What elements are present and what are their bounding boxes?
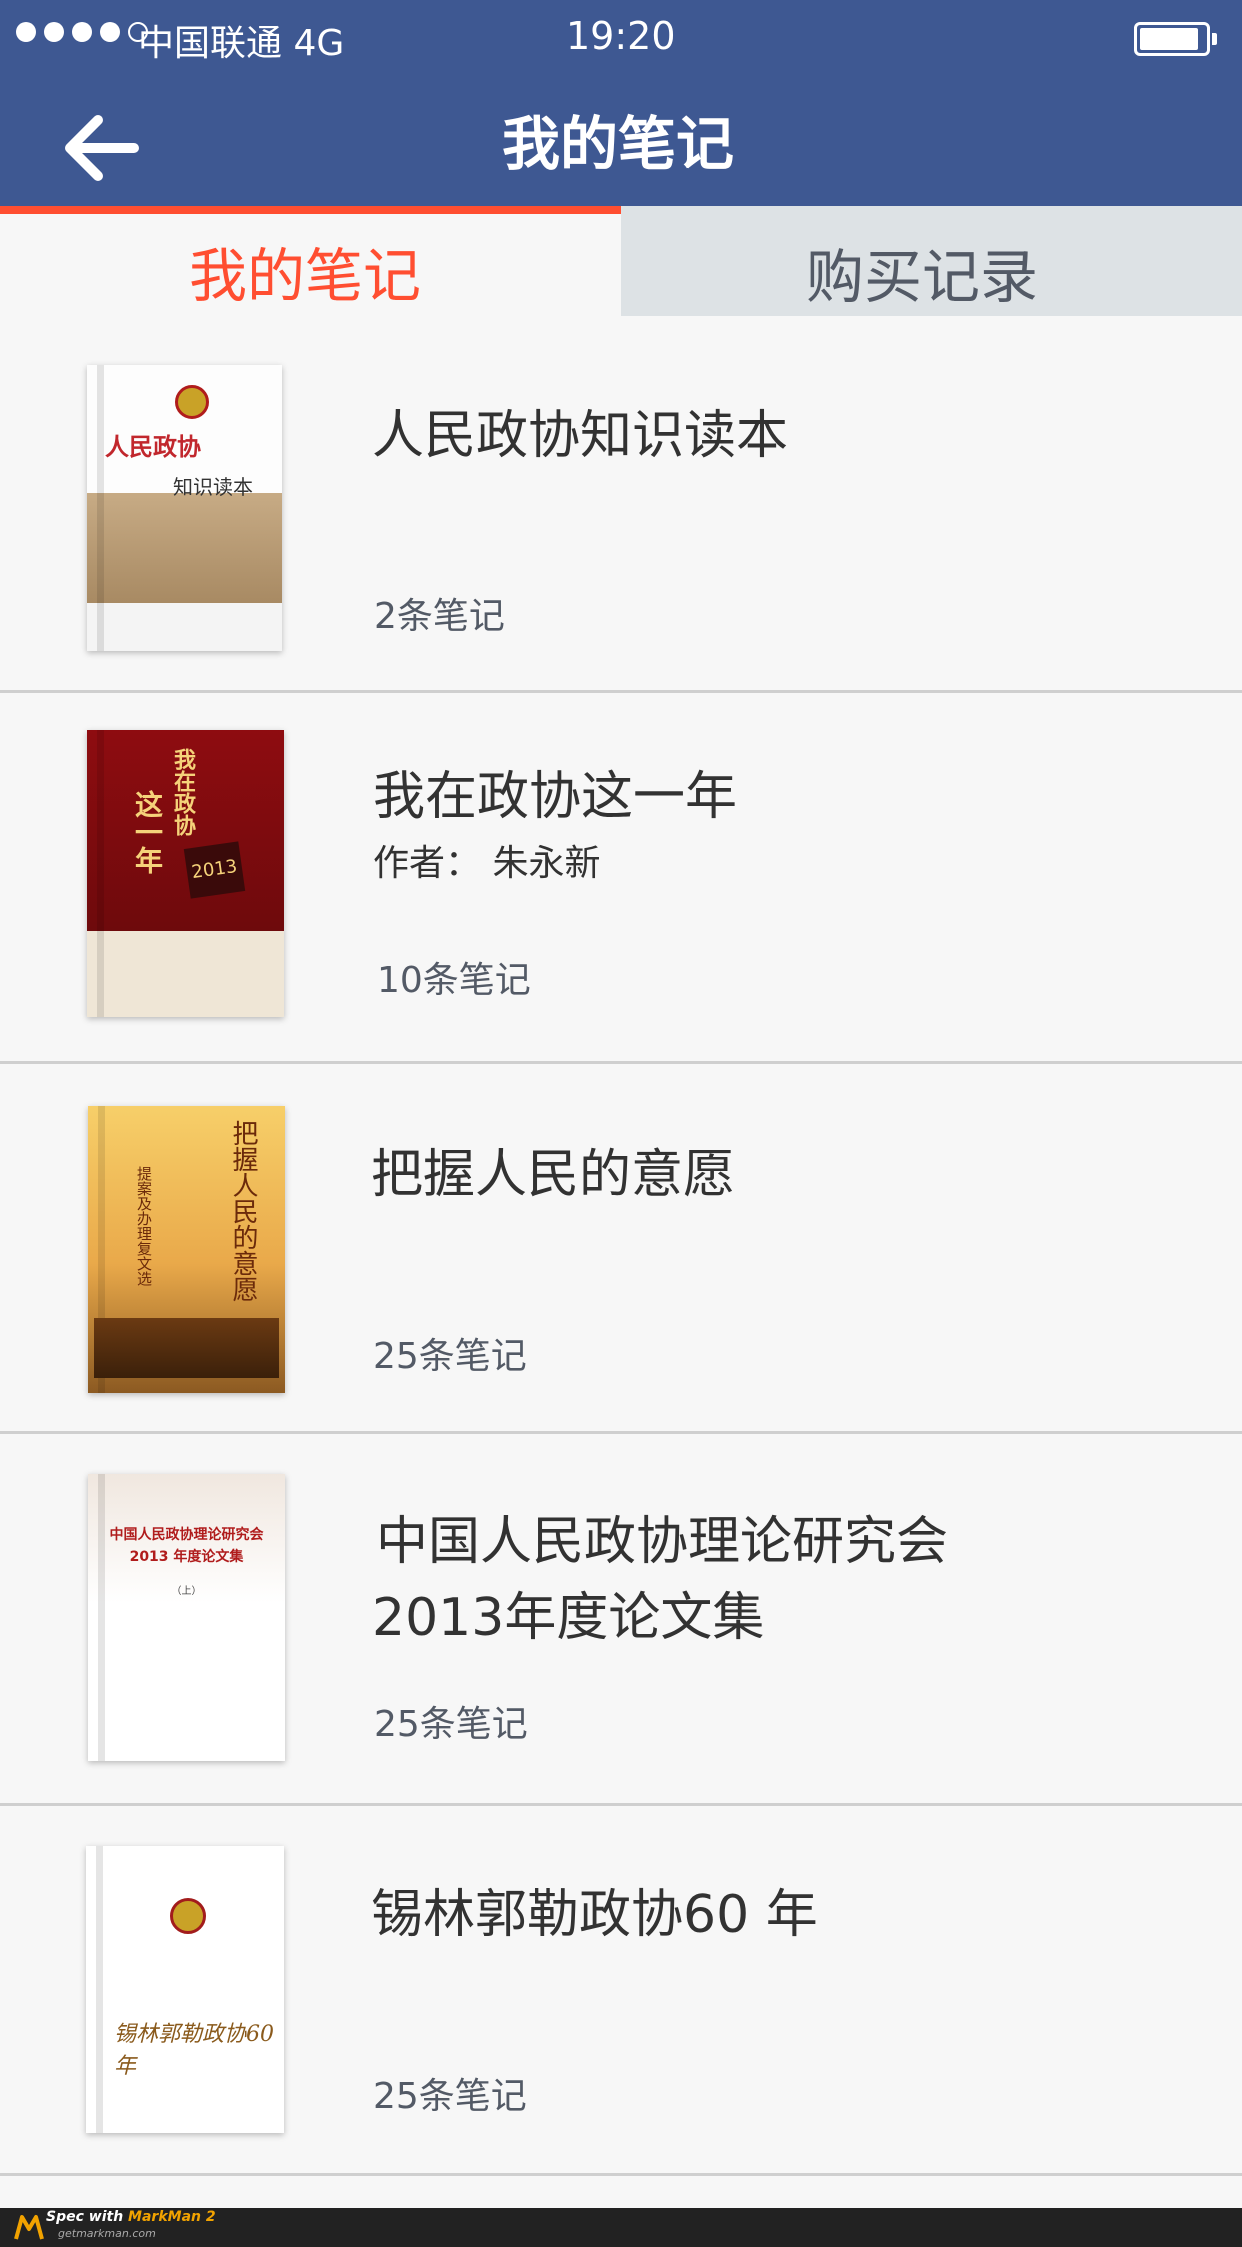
tab-my-notes-label[interactable]: 我的笔记 — [189, 229, 421, 313]
tab-purchase-records-label[interactable]: 购买记录 — [806, 230, 1038, 314]
note-count: 25条笔记 — [373, 1336, 527, 1377]
cover-title: 把握人民的意愿 — [228, 1120, 258, 1302]
book-cover[interactable]: 把握人民的意愿 提案及办理复文选 — [88, 1106, 285, 1393]
book-title[interactable]: 把握人民的意愿 — [371, 1132, 735, 1207]
note-count: 10条笔记 — [377, 960, 531, 1001]
footer-url[interactable]: getmarkman.com — [58, 2227, 156, 2240]
cover-year: 2013 — [183, 841, 246, 899]
book-cover[interactable]: 我在政协 2013 这一年 — [87, 730, 284, 1017]
cover-title: 我在政协 — [170, 748, 196, 836]
battery-icon — [1134, 22, 1217, 56]
note-count: 25条笔记 — [374, 1704, 528, 1745]
cover-volume: （上） — [171, 1586, 202, 1597]
note-count: 25条笔记 — [373, 2076, 527, 2117]
building-illustration — [94, 1318, 279, 1378]
clock: 19:20 — [566, 14, 676, 58]
back-arrow-icon[interactable] — [62, 112, 142, 184]
emblem-icon — [170, 1898, 206, 1934]
cover-subtitle: 知识读本 — [173, 475, 253, 499]
book-title-line-2[interactable]: 2013年度论文集 — [372, 1575, 764, 1650]
book-title[interactable]: 人民政协知识读本 — [372, 393, 788, 468]
markman-logo-icon — [14, 2213, 44, 2241]
note-count: 2条笔记 — [374, 596, 505, 637]
book-cover[interactable]: 锡林郭勒政协60年 — [86, 1846, 284, 2133]
book-title[interactable]: 锡林郭勒政协60 年 — [371, 1872, 818, 1947]
book-author: 作者： 朱永新 — [373, 843, 601, 884]
book-title[interactable]: 我在政协这一年 — [373, 754, 737, 829]
carrier-label: 中国联通 4G — [138, 23, 345, 64]
cover-title: 人民政协 — [105, 432, 201, 461]
cover-title: 锡林郭勒政协60年 — [114, 2022, 274, 2079]
cover-subtitle: 提案及办理复文选 — [135, 1166, 153, 1286]
cover-title: 中国人民政协理论研究会 2013 年度论文集 — [109, 1527, 264, 1565]
page-title: 我的笔记 — [502, 110, 735, 178]
book-cover[interactable]: 中国人民政协理论研究会 2013 年度论文集 （上） — [88, 1474, 285, 1761]
book-title[interactable]: 中国人民政协理论研究会 — [376, 1499, 948, 1574]
cover-subtitle: 这一年 — [131, 790, 164, 874]
footer-brand: Spec with MarkMan 2 — [46, 2209, 216, 2225]
emblem-icon — [175, 385, 209, 419]
book-cover[interactable]: 人民政协 知识读本 — [87, 365, 282, 651]
signal-strength-icon — [16, 22, 148, 42]
active-tab-indicator — [0, 206, 621, 214]
